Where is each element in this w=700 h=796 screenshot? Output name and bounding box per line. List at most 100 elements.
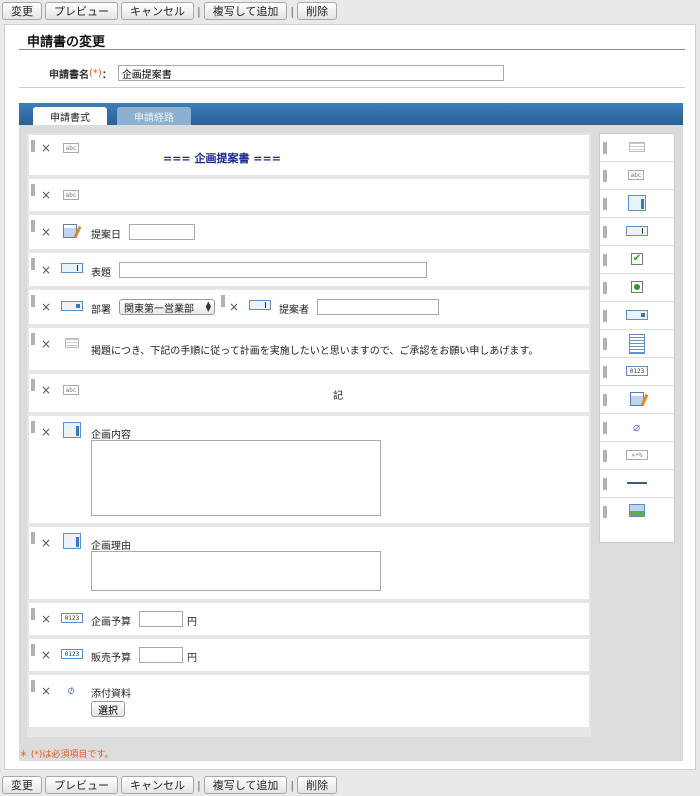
delete-row-icon[interactable]: × (41, 685, 51, 697)
palette-item-checkbox[interactable]: ✔ (600, 246, 674, 274)
delete-button[interactable]: 削除 (297, 2, 338, 20)
form-canvas: × abc === 企画提案書 === × abc × 提案日 × 表題 × 部… (27, 133, 591, 737)
paragraph-icon (65, 338, 79, 348)
drag-handle[interactable] (603, 198, 607, 210)
change-button[interactable]: 変更 (2, 2, 42, 20)
cancel-button[interactable]: キャンセル (121, 776, 194, 794)
sales-input[interactable] (139, 647, 183, 663)
drag-handle[interactable] (603, 450, 607, 462)
dept-select[interactable]: 関東第一営業部 ▲ ▼ (119, 299, 215, 315)
form-row-header[interactable]: × abc === 企画提案書 === (29, 135, 589, 175)
palette-item-textfield[interactable] (600, 218, 674, 246)
change-button[interactable]: 変更 (2, 776, 42, 794)
text-field-icon (61, 263, 83, 273)
form-name-input[interactable] (117, 65, 504, 81)
drag-handle[interactable] (31, 258, 35, 270)
delete-row-icon[interactable]: × (41, 189, 51, 201)
required-note: ＊ (*)は必須項目です。 (19, 750, 114, 760)
form-row-ki[interactable]: × abc 記 (29, 374, 589, 412)
palette-item-date[interactable] (600, 386, 674, 414)
palette-item-list[interactable] (600, 330, 674, 358)
palette-item-calc[interactable]: ×+% (600, 442, 674, 470)
palette-item-text[interactable]: abc (600, 162, 674, 190)
drag-handle[interactable] (31, 532, 35, 544)
tab-form-layout[interactable]: 申請書式 (33, 107, 107, 125)
palette-item-line[interactable] (600, 470, 674, 498)
drag-handle[interactable] (31, 220, 35, 232)
delete-row-icon[interactable]: × (41, 226, 51, 238)
palette-item-select[interactable] (600, 302, 674, 330)
drag-handle[interactable] (31, 295, 35, 307)
number-icon: 0123 (61, 649, 83, 659)
form-row-text[interactable]: × abc (29, 179, 589, 211)
drag-handle[interactable] (31, 184, 35, 196)
content-textarea[interactable] (91, 440, 381, 516)
palette-item-radio[interactable] (600, 274, 674, 302)
palette-item-number[interactable]: 0123 (600, 358, 674, 386)
delete-row-icon[interactable]: × (41, 301, 51, 313)
calendar-icon (63, 224, 77, 238)
form-row-sales[interactable]: × 0123 販売予算 円 (29, 639, 589, 671)
form-row-subject[interactable]: × 表題 (29, 253, 589, 286)
form-row-budget[interactable]: × 0123 企画予算 円 (29, 603, 589, 635)
form-row-date[interactable]: × 提案日 (29, 215, 589, 249)
drag-handle[interactable] (221, 295, 225, 307)
delete-row-icon[interactable]: × (41, 264, 51, 276)
palette-item-textarea[interactable] (600, 190, 674, 218)
delete-row-icon[interactable]: × (41, 142, 51, 154)
attach-label: 添付資料 (91, 689, 131, 700)
delete-row-icon[interactable]: × (41, 537, 51, 549)
drag-handle[interactable] (603, 478, 607, 490)
preview-button[interactable]: プレビュー (45, 2, 118, 20)
number-icon: 0123 (61, 613, 83, 623)
top-toolbar: 変更 プレビュー キャンセル | 複写して追加 | 削除 (0, 0, 700, 22)
proposer-input[interactable] (317, 299, 439, 315)
drag-handle[interactable] (31, 333, 35, 345)
subject-input[interactable] (119, 262, 427, 278)
delete-row-icon[interactable]: × (229, 301, 239, 313)
delete-row-icon[interactable]: × (41, 338, 51, 350)
preview-button[interactable]: プレビュー (45, 776, 118, 794)
tab-route[interactable]: 申請経路 (117, 107, 191, 125)
form-row-dept[interactable]: × 部署 関東第一営業部 ▲ ▼ × 提案者 (29, 290, 589, 324)
text-icon: abc (628, 170, 644, 180)
delete-row-icon[interactable]: × (41, 384, 51, 396)
date-input[interactable] (129, 224, 195, 240)
drag-handle[interactable] (603, 366, 607, 378)
drag-handle[interactable] (31, 608, 35, 620)
drag-handle[interactable] (603, 310, 607, 322)
drag-handle[interactable] (603, 226, 607, 238)
drag-handle[interactable] (603, 170, 607, 182)
proposer-label: 提案者 (279, 305, 309, 316)
drag-handle[interactable] (31, 421, 35, 433)
drag-handle[interactable] (603, 394, 607, 406)
cancel-button[interactable]: キャンセル (121, 2, 194, 20)
drag-handle[interactable] (603, 422, 607, 434)
drag-handle[interactable] (31, 140, 35, 152)
copy-add-button[interactable]: 複写して追加 (203, 776, 288, 794)
delete-row-icon[interactable]: × (41, 649, 51, 661)
drag-handle[interactable] (603, 338, 607, 350)
select-file-button[interactable]: 選択 (91, 701, 125, 717)
delete-row-icon[interactable]: × (41, 426, 51, 438)
budget-input[interactable] (139, 611, 183, 627)
drag-handle[interactable] (31, 680, 35, 692)
reason-textarea[interactable] (91, 551, 381, 591)
palette-item-image[interactable] (600, 498, 674, 526)
copy-add-button[interactable]: 複写して追加 (203, 2, 288, 20)
drag-handle[interactable] (31, 644, 35, 656)
drag-handle[interactable] (603, 254, 607, 266)
drag-handle[interactable] (603, 282, 607, 294)
palette-item-attachment[interactable]: ⌀ (600, 414, 674, 442)
palette-item-paragraph[interactable] (600, 134, 674, 162)
delete-row-icon[interactable]: × (41, 613, 51, 625)
drag-handle[interactable] (603, 142, 607, 154)
form-row-reason[interactable]: × 企画理由 (29, 527, 589, 599)
image-icon (629, 504, 645, 517)
form-row-paragraph[interactable]: × 掲題につき、下記の手順に従って計画を実施したいと思いますので、ご承認をお願い… (29, 328, 589, 370)
drag-handle[interactable] (603, 506, 607, 518)
drag-handle[interactable] (31, 379, 35, 391)
delete-button[interactable]: 削除 (297, 776, 338, 794)
form-row-content[interactable]: × 企画内容 (29, 416, 589, 523)
form-row-attach[interactable]: × ⌀ 添付資料 選択 (29, 675, 589, 727)
